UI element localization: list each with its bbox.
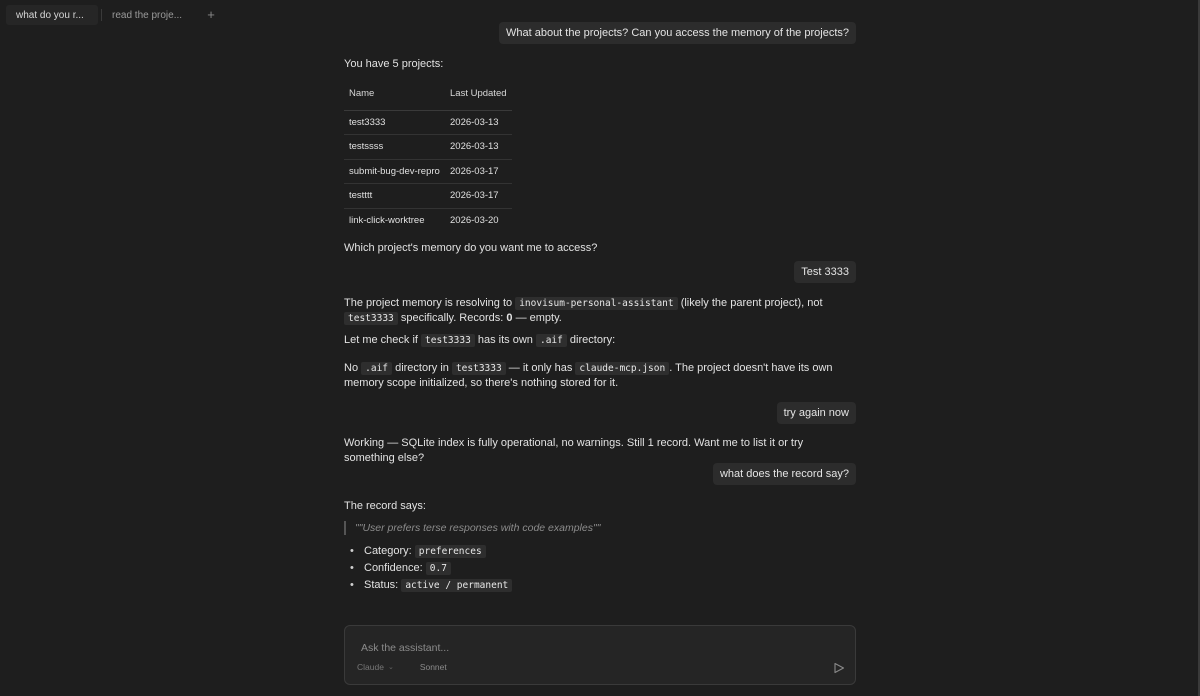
table-row: submit-bug-dev-repro 2026-03-17 bbox=[344, 159, 512, 184]
attribute-label: Category: bbox=[364, 545, 412, 557]
user-message: try again now bbox=[776, 402, 856, 424]
tab-active-chat[interactable]: what do you r... bbox=[6, 5, 98, 25]
inline-code: claude-mcp.json bbox=[575, 362, 670, 375]
chevron-down-icon[interactable]: ⌄ bbox=[388, 663, 394, 671]
provider-select[interactable]: Claude bbox=[357, 662, 384, 672]
user-message: Test 3333 bbox=[794, 261, 856, 283]
project-name-cell: submit-bug-dev-repro bbox=[344, 159, 445, 184]
project-date-cell: 2026-03-20 bbox=[450, 215, 499, 226]
project-name-cell: link-click-worktree bbox=[349, 215, 425, 226]
inline-code: test3333 bbox=[451, 362, 506, 375]
inline-code: .aif bbox=[535, 334, 567, 347]
projects-table: Name Last Updated test3333 2026-03-13 te… bbox=[344, 78, 512, 233]
inline-code: .aif bbox=[361, 362, 393, 375]
new-tab-button[interactable]: + bbox=[203, 7, 219, 22]
assistant-message: The project memory is resolving to inovi… bbox=[344, 296, 856, 391]
text-span: — empty. bbox=[515, 312, 562, 324]
text-span: (likely the parent project), not bbox=[680, 297, 823, 309]
user-message: What about the projects? Can you access … bbox=[498, 22, 856, 44]
attribute-value: 0.7 bbox=[425, 562, 451, 575]
project-name-cell: test3333 bbox=[344, 110, 445, 135]
project-name-cell: testttt bbox=[344, 183, 445, 209]
column-header-name: Name bbox=[344, 78, 445, 111]
inline-code: inovisum-personal-assistant bbox=[515, 297, 678, 310]
text-span: Let me check if bbox=[344, 334, 418, 346]
inline-code: test3333 bbox=[421, 334, 475, 347]
attribute-value: active / permanent bbox=[401, 579, 513, 592]
table-row: test3333 2026-03-13 bbox=[344, 110, 512, 135]
assistant-text: The record says: bbox=[344, 500, 426, 512]
app-window: what do you r... read the proje... + Wha… bbox=[0, 0, 1200, 696]
user-message: what does the record say? bbox=[712, 463, 856, 485]
assistant-message: The record says: ""User prefers terse re… bbox=[344, 499, 856, 594]
assistant-paragraph: Let me check if test3333 has its own .ai… bbox=[344, 333, 856, 348]
attribute-label: Confidence: bbox=[364, 562, 423, 574]
project-date-cell: 2026-03-17 bbox=[445, 183, 512, 209]
record-count: 0 bbox=[506, 312, 513, 324]
inline-code: test3333 bbox=[344, 312, 398, 325]
text-span: The project memory is resolving to bbox=[344, 297, 513, 309]
assistant-paragraph: The project memory is resolving to inovi… bbox=[344, 296, 856, 326]
message-composer: Claude ⌄ Sonnet bbox=[344, 625, 856, 685]
list-item: Confidence: 0.7 bbox=[344, 560, 856, 577]
assistant-paragraph: No .aif directory in test3333 — it only … bbox=[344, 361, 856, 391]
list-item: Status: active / permanent bbox=[344, 577, 856, 594]
list-item: Category: preferences bbox=[344, 543, 856, 560]
send-icon[interactable] bbox=[833, 662, 845, 674]
tab-label: read the proje... bbox=[112, 9, 183, 21]
text-span: directory: bbox=[569, 334, 616, 346]
message-input[interactable] bbox=[361, 640, 821, 656]
record-attributes-list: Category: preferences Confidence: 0.7 St… bbox=[344, 543, 856, 594]
project-date-cell: 2026-03-13 bbox=[445, 110, 512, 135]
text-span: has its own bbox=[477, 334, 533, 346]
column-header-last-updated: Last Updated bbox=[445, 78, 512, 111]
table-row: link-click-worktree 2026-03-20 bbox=[344, 208, 512, 233]
attribute-value: preferences bbox=[414, 545, 486, 558]
assistant-message: You have 5 projects: Name Last Updated t… bbox=[344, 57, 856, 256]
text-span: specifically. Records: bbox=[400, 312, 504, 324]
tab-label: what do you r... bbox=[16, 9, 84, 21]
text-span: — it only has bbox=[508, 362, 573, 374]
assistant-text: Which project's memory do you want me to… bbox=[344, 241, 598, 254]
model-select[interactable]: Sonnet bbox=[420, 662, 447, 672]
table-row: testssss 2026-03-13 bbox=[344, 134, 512, 160]
text-span: directory in bbox=[395, 362, 449, 374]
project-name-cell: testssss bbox=[344, 134, 445, 160]
project-date-cell: 2026-03-17 bbox=[445, 159, 512, 184]
project-date-cell: 2026-03-13 bbox=[445, 134, 512, 160]
table-header-row: Name Last Updated bbox=[344, 78, 512, 111]
assistant-text: You have 5 projects: bbox=[344, 58, 444, 70]
assistant-message: Working — SQLite index is fully operatio… bbox=[344, 437, 804, 464]
table-row: testttt 2026-03-17 bbox=[344, 183, 512, 209]
record-quote: ""User prefers terse responses with code… bbox=[344, 521, 856, 535]
attribute-label: Status: bbox=[364, 579, 399, 591]
text-span: No bbox=[344, 362, 359, 374]
tab-second-chat[interactable]: read the proje... bbox=[101, 9, 201, 21]
model-selector-row: Claude ⌄ Sonnet bbox=[357, 662, 447, 672]
